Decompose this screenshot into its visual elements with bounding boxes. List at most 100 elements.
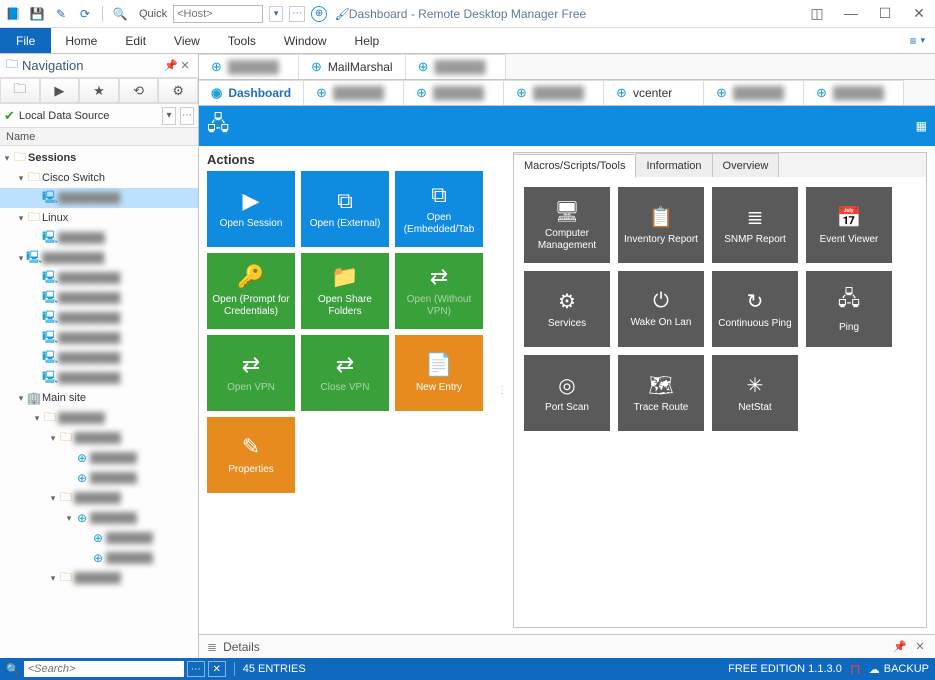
tree-column-header[interactable]: Name — [0, 128, 198, 146]
datasource-more-icon[interactable]: ⋯ — [180, 107, 194, 125]
tool-inventory-report[interactable]: 📋Inventory Report — [618, 187, 704, 263]
tools-menu[interactable]: Tools — [214, 28, 270, 53]
minimize-icon[interactable]: — — [839, 5, 863, 22]
tab-vcenter[interactable]: ⊕vcenter — [604, 80, 704, 105]
action-open-external-[interactable]: ⧉Open (External) — [301, 171, 389, 247]
window-menu[interactable]: Window — [270, 28, 341, 53]
view-menu[interactable]: View — [160, 28, 214, 53]
tool-ping[interactable]: 🖧Ping — [806, 271, 892, 347]
tool-computer-management[interactable]: 🖥Computer Management — [524, 187, 610, 263]
tab-blurred-5[interactable]: ⊕██████ — [704, 80, 804, 105]
tab-dashboard[interactable]: ◉Dashboard — [199, 80, 304, 105]
maximize-icon[interactable]: ☐ — [873, 5, 897, 22]
tool-wake-on-lan[interactable]: ⏻Wake On Lan — [618, 271, 704, 347]
close-icon[interactable]: ✕ — [907, 5, 931, 22]
tool-netstat[interactable]: ✳NetStat — [712, 355, 798, 431]
tree-item[interactable]: ⊕██████ — [0, 528, 198, 548]
file-menu[interactable]: File — [0, 28, 51, 53]
tree-item[interactable]: ⊕██████ — [0, 448, 198, 468]
tab-blurred-3[interactable]: ⊕██████ — [504, 80, 604, 105]
tree-item[interactable]: 🖳████████ — [0, 328, 198, 348]
tool-continuous-ping[interactable]: ↻Continuous Ping — [712, 271, 798, 347]
tab-blurred-1[interactable]: ⊕██████ — [304, 80, 404, 105]
tool-event-viewer[interactable]: 📅Event Viewer — [806, 187, 892, 263]
action-open-without-vpn-[interactable]: ⇄Open (Without VPN) — [395, 253, 483, 329]
action-open-session[interactable]: ▶Open Session — [207, 171, 295, 247]
action-close-vpn[interactable]: ⇄Close VPN — [301, 335, 389, 411]
connect-icon[interactable]: ⊕ — [311, 6, 327, 22]
nav-pin-icon[interactable]: 📌 — [164, 59, 178, 72]
nav-folder-button[interactable]: 🗀 — [0, 78, 40, 103]
tree-cisco-switch[interactable]: ▾🗀Cisco Switch — [0, 168, 198, 188]
status-search-input[interactable] — [24, 661, 184, 677]
status-search-clear-icon[interactable]: ✕ — [208, 661, 226, 677]
tool-services[interactable]: ⚙Services — [524, 271, 610, 347]
tree-item[interactable]: 🖳████████ — [0, 348, 198, 368]
nav-close-icon[interactable]: ✕ — [178, 59, 192, 72]
tree-item[interactable]: ▾🗀██████ — [0, 428, 198, 448]
action-new-entry[interactable]: 📄New Entry — [395, 335, 483, 411]
host-input[interactable] — [173, 5, 263, 23]
tab-blurred-6[interactable]: ⊕██████ — [804, 80, 904, 105]
tab-blurred-2[interactable]: ⊕██████ — [406, 54, 506, 79]
nav-history-button[interactable]: ⟲ — [119, 78, 159, 103]
dashboard-connect-icon[interactable]: 🖧 — [207, 109, 229, 143]
edit-menu[interactable]: Edit — [111, 28, 160, 53]
search-icon[interactable]: 🔍 — [111, 5, 129, 23]
help-menu[interactable]: Help — [341, 28, 394, 53]
tree-item[interactable]: 🖳██████ — [0, 228, 198, 248]
edit-icon[interactable]: ✎ — [52, 5, 70, 23]
tree-item[interactable]: ▾🗀██████ — [0, 568, 198, 588]
tree-item[interactable]: ⊕██████ — [0, 548, 198, 568]
tab-overview[interactable]: Overview — [713, 153, 780, 177]
nav-settings-button[interactable]: ⚙ — [158, 78, 198, 103]
tree-item[interactable]: ⊕██████ — [0, 468, 198, 488]
action-open-embedded-tab[interactable]: ⧉Open (Embedded/Tab — [395, 171, 483, 247]
backup-button[interactable]: ☁ BACKUP — [869, 663, 929, 676]
tree-main-site[interactable]: ▾🏢Main site — [0, 388, 198, 408]
tool-port-scan[interactable]: ◎Port Scan — [524, 355, 610, 431]
action-properties[interactable]: ✎Properties — [207, 417, 295, 493]
tool-snmp-report[interactable]: ≣SNMP Report — [712, 187, 798, 263]
host-dropdown-icon[interactable]: ▾ — [269, 6, 283, 22]
tree-item[interactable]: 🖳████████ — [0, 288, 198, 308]
tab-macros[interactable]: Macros/Scripts/Tools — [514, 154, 636, 178]
tree-item[interactable]: ▾🗀██████ — [0, 408, 198, 428]
action-open-prompt-for-credentials-[interactable]: 🔑Open (Prompt for Credentials) — [207, 253, 295, 329]
nav-play-button[interactable]: ▶ — [40, 78, 80, 103]
save-icon[interactable]: 💾 — [28, 5, 46, 23]
tool-trace-route[interactable]: 🗺Trace Route — [618, 355, 704, 431]
status-search-more-icon[interactable]: ⋯ — [187, 661, 205, 677]
help-window-icon[interactable]: ◫ — [805, 5, 829, 22]
tree-item[interactable]: ▾🖳████████ — [0, 248, 198, 268]
host-more-icon[interactable]: ⋯ — [289, 6, 305, 22]
nav-favorite-button[interactable]: ★ — [79, 78, 119, 103]
tree-linux[interactable]: ▾🗀Linux — [0, 208, 198, 228]
splitter-handle[interactable]: ⋮ — [499, 152, 505, 628]
datasource-row[interactable]: ✔ Local Data Source ▾ ⋯ — [0, 104, 198, 128]
action-open-vpn[interactable]: ⇄Open VPN — [207, 335, 295, 411]
refresh-icon[interactable]: ⟳ — [76, 5, 94, 23]
dashboard-grid-icon[interactable]: ▦ — [916, 119, 927, 133]
home-menu[interactable]: Home — [51, 28, 111, 53]
tab-mailmarshal[interactable]: ⊕MailMarshal — [299, 54, 406, 79]
tree-item[interactable]: 🖳████████ — [0, 188, 198, 208]
navigation-tree[interactable]: ▾🗀Sessions ▾🗀Cisco Switch 🖳████████ ▾🗀Li… — [0, 146, 198, 658]
ribbon-toggle[interactable]: ≡▾ — [899, 28, 935, 53]
tree-sessions[interactable]: ▾🗀Sessions — [0, 148, 198, 168]
tab-information[interactable]: Information — [636, 153, 712, 177]
datasource-dropdown-icon[interactable]: ▾ — [162, 107, 176, 125]
tab-blurred-2[interactable]: ⊕██████ — [404, 80, 504, 105]
tree-item[interactable]: ▾⊕██████ — [0, 508, 198, 528]
details-close-icon[interactable]: ✕ — [913, 640, 927, 653]
tree-item[interactable]: 🖳████████ — [0, 368, 198, 388]
status-search-icon[interactable]: 🔍 — [6, 663, 20, 676]
tree-item[interactable]: 🖳████████ — [0, 268, 198, 288]
tree-item[interactable]: ▾🗀██████ — [0, 488, 198, 508]
magnet-icon[interactable]: ⊓ — [850, 661, 861, 678]
details-pin-icon[interactable]: 📌 — [893, 640, 907, 653]
tree-item[interactable]: 🖳████████ — [0, 308, 198, 328]
tab-blurred-0[interactable]: ⊕██████ — [199, 54, 299, 79]
action-open-share-folders[interactable]: 📁Open Share Folders — [301, 253, 389, 329]
app-icon[interactable]: 📘 — [4, 5, 22, 23]
